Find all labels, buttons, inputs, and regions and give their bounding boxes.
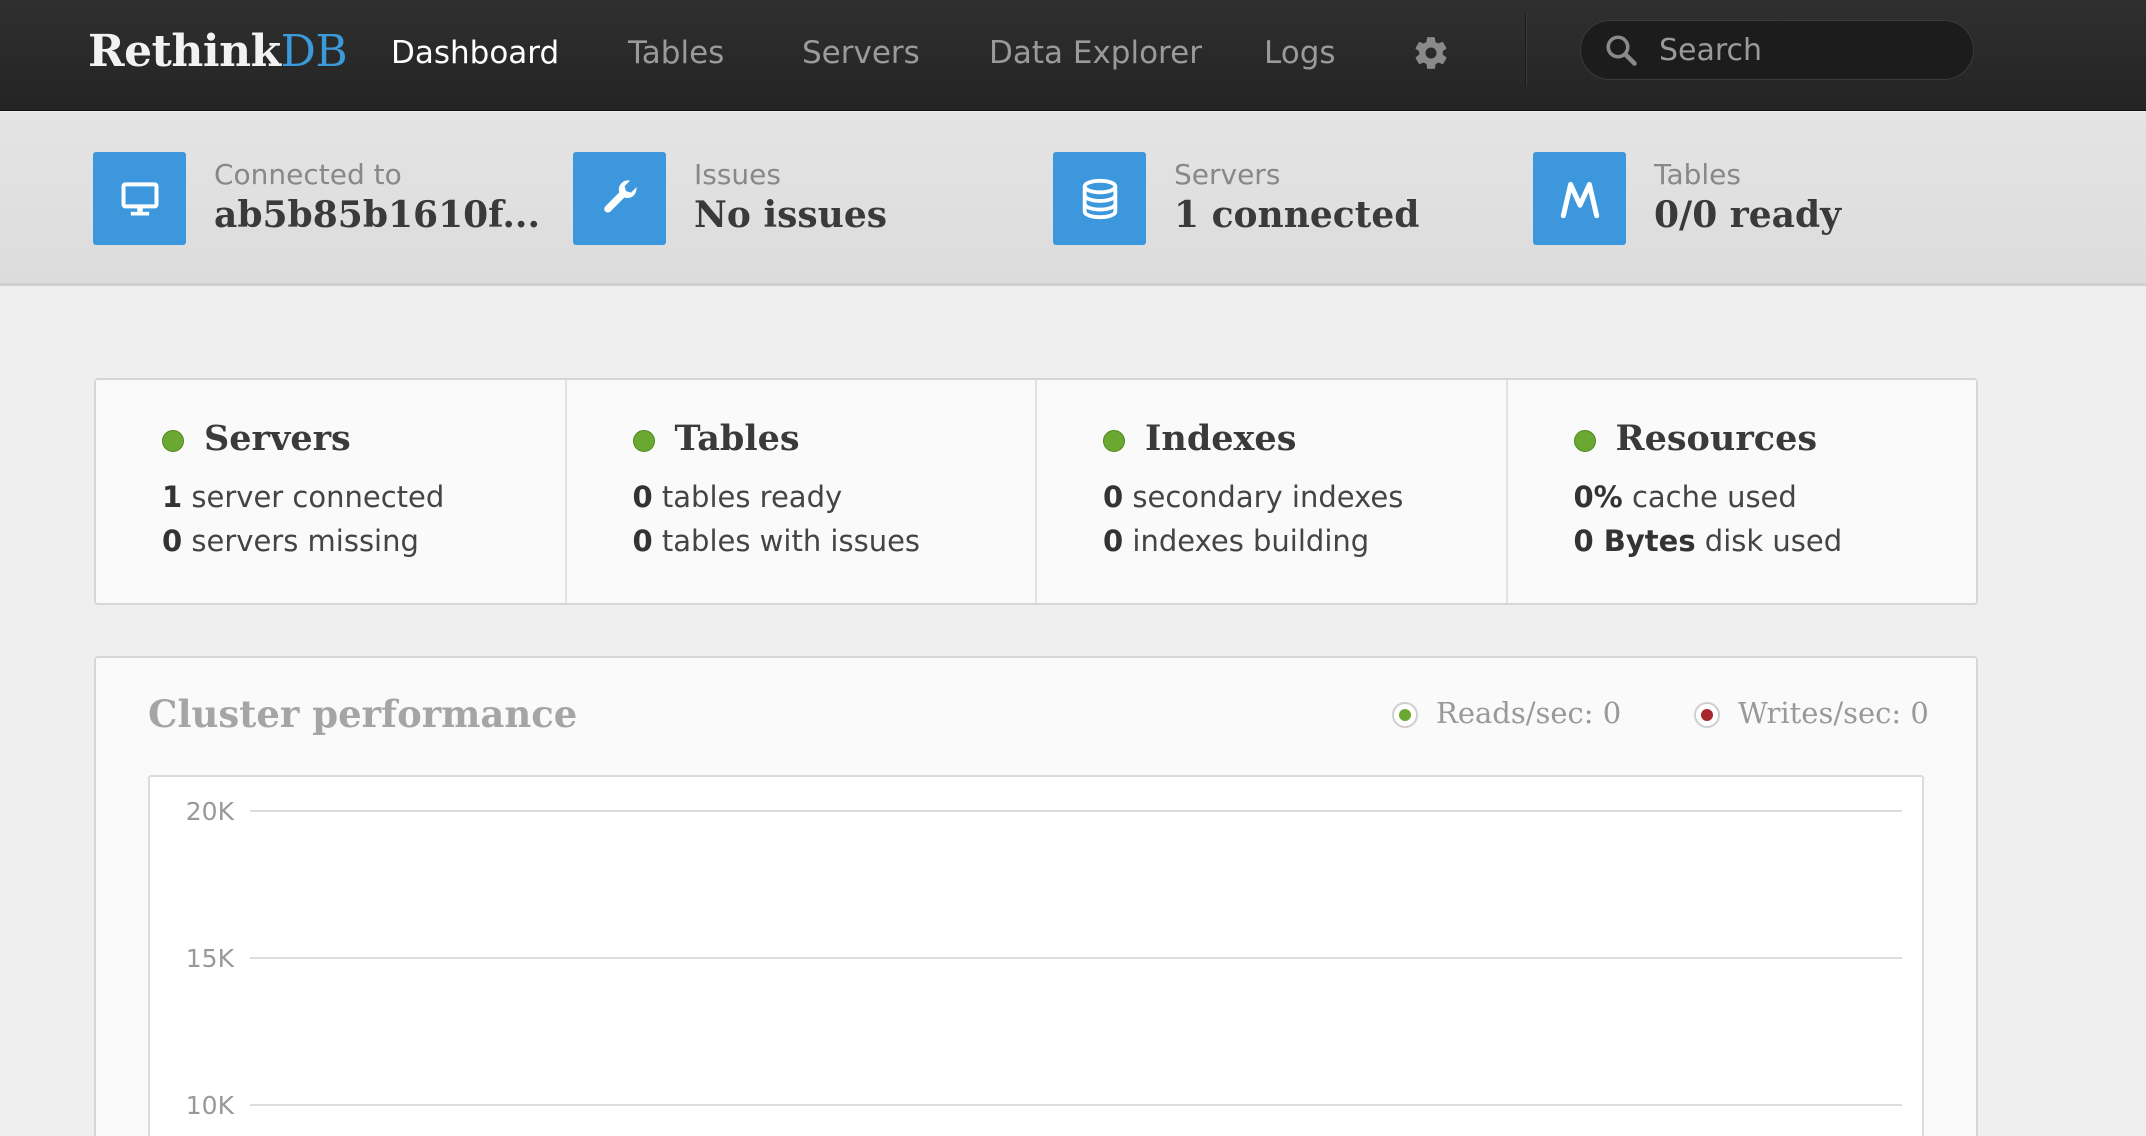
- status-label: Connected to: [214, 158, 402, 191]
- summary-tables[interactable]: Tables 0 tables ready 0 tables with issu…: [567, 380, 1037, 603]
- legend-label: Reads/sec: 0: [1436, 696, 1622, 730]
- summary-line: 1 server connected: [162, 480, 445, 514]
- search-input[interactable]: [1659, 27, 1959, 73]
- y-tick-label: 15K: [186, 944, 235, 973]
- status-ok-dot: [1573, 430, 1596, 452]
- status-value: 0/0 ready: [1654, 194, 1842, 236]
- monitor-icon: [93, 152, 186, 245]
- summary-line: 0% cache used: [1573, 480, 1797, 514]
- summary-servers[interactable]: Servers 1 server connected 0 servers mis…: [96, 380, 567, 603]
- status-ok-dot: [1103, 430, 1125, 452]
- status-ok-dot: [632, 430, 655, 452]
- reads-legend-dot: [1392, 702, 1418, 728]
- status-ok-dot: [162, 430, 184, 452]
- writes-legend-dot: [1694, 702, 1720, 728]
- performance-chart: 20K 15K 10K: [148, 775, 1924, 1136]
- summary-indexes[interactable]: Indexes 0 secondary indexes 0 indexes bu…: [1037, 380, 1508, 603]
- performance-chart-svg: 20K 15K 10K: [186, 797, 1902, 1120]
- nav-dashboard[interactable]: Dashboard: [391, 30, 559, 76]
- nav-divider: [1525, 14, 1527, 86]
- gear-icon[interactable]: [1412, 34, 1450, 72]
- y-tick-label: 20K: [186, 797, 235, 826]
- nav-servers[interactable]: Servers: [802, 30, 920, 76]
- rethinkdb-logo[interactable]: RethinkDB: [88, 22, 348, 82]
- status-value: No issues: [694, 194, 888, 236]
- summary-line: 0 secondary indexes: [1103, 480, 1404, 514]
- status-label: Issues: [694, 158, 781, 191]
- status-label: Tables: [1654, 158, 1741, 191]
- summary-title: Servers: [204, 418, 351, 459]
- summary-title: Tables: [674, 418, 800, 459]
- summary-line: 0 tables ready: [632, 480, 843, 514]
- status-value: 1 connected: [1174, 194, 1420, 236]
- summary-title: Indexes: [1145, 418, 1297, 459]
- summary-line: 0 tables with issues: [632, 524, 921, 558]
- summary-line: 0 Bytes disk used: [1573, 524, 1843, 558]
- status-value: ab5b85b1610f...: [214, 194, 540, 236]
- status-label: Servers: [1174, 158, 1281, 191]
- brand-accent: DB: [280, 26, 348, 77]
- search-box[interactable]: [1580, 20, 1974, 80]
- cluster-summary-panel: Servers 1 server connected 0 servers mis…: [94, 378, 1978, 605]
- top-navbar: RethinkDB Dashboard Tables Servers Data …: [0, 0, 2146, 111]
- tables-logo-icon: [1533, 152, 1626, 245]
- brand-main: Rethink: [88, 26, 281, 77]
- y-tick-label: 10K: [186, 1091, 235, 1120]
- summary-title: Resources: [1615, 418, 1818, 459]
- cluster-performance-panel: Cluster performance Reads/sec: 0 Writes/…: [94, 656, 1978, 1136]
- nav-data-explorer[interactable]: Data Explorer: [989, 30, 1202, 76]
- summary-resources[interactable]: Resources 0% cache used 0 Bytes disk use…: [1508, 380, 1977, 603]
- nav-tables[interactable]: Tables: [628, 30, 724, 76]
- nav-logs[interactable]: Logs: [1264, 30, 1336, 76]
- status-bar: Connected to ab5b85b1610f... Issues No i…: [0, 112, 2146, 286]
- summary-line: 0 indexes building: [1103, 524, 1370, 558]
- summary-line: 0 servers missing: [162, 524, 419, 558]
- wrench-icon: [573, 152, 666, 245]
- search-icon: [1603, 32, 1639, 68]
- legend-label: Writes/sec: 0: [1738, 696, 1929, 730]
- panel-title: Cluster performance: [148, 692, 578, 736]
- database-icon: [1053, 152, 1146, 245]
